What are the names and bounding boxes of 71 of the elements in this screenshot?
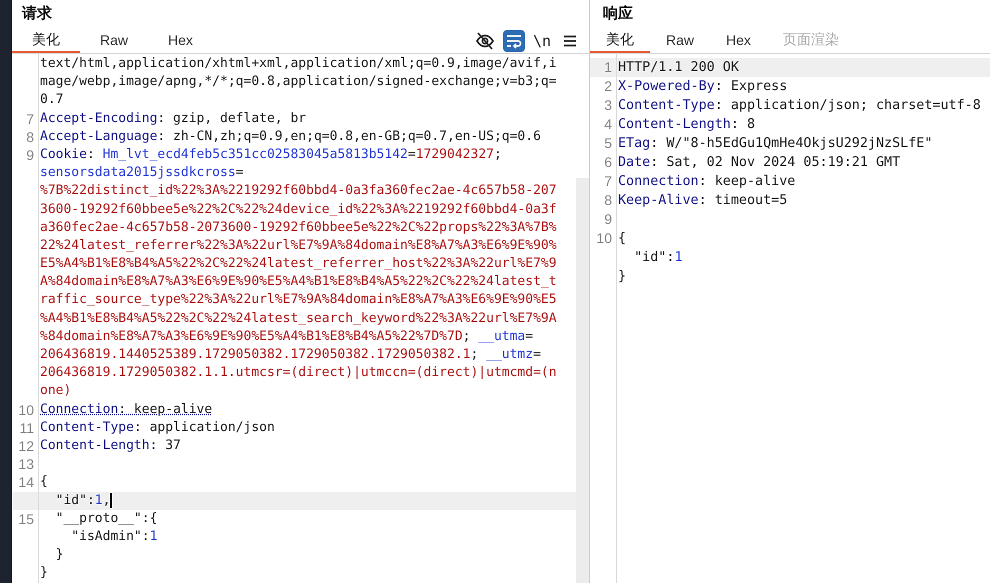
line-number: 12 — [18, 438, 34, 454]
tab[interactable]: Hex — [710, 28, 767, 53]
line-number: 10 — [596, 230, 612, 246]
code-line: HTTP/1.1 200 OK — [618, 59, 739, 77]
line-number: 1 — [604, 59, 612, 75]
code-line: "isAdmin":1 — [70, 528, 158, 546]
menu-icon — [563, 34, 577, 48]
code-line: a360fec2ae-4c657b58-2073600-19292f60bbee5e%22%2C%22props%22%3A%7B% — [40, 218, 557, 237]
line-number: 3 — [604, 97, 612, 113]
code-line: mage/webp,image/apng,*/*;q=0.8,application/signed-exchange;v=b3;q= — [40, 73, 557, 92]
code-line: 206436819.1729050382.1.1.utmcsr=(direct)|utmccn=(direct)|utmcmd=(n — [40, 364, 557, 382]
line-number: 2 — [604, 78, 612, 94]
code-line: %A4%B1%E8%B4%A5%22%2C%22%24latest_search_keyword%22%3A%22url%E7%9A — [40, 310, 557, 328]
pane-title: 响应 — [602, 4, 633, 24]
newline-toggle-button[interactable]: \n — [530, 30, 553, 52]
line-number: 7 — [604, 173, 612, 189]
code-line: Accept-Encoding: gzip, deflate, br — [40, 110, 306, 128]
code-line: { — [40, 473, 48, 492]
code-line: Content-Length: 37 — [40, 436, 181, 455]
code-line: %84domain%E8%A7%A3%E6%9E%90%E5%A4%B1%E8%B4%A5%22%7D%7D; __utma= — [40, 328, 534, 346]
line-number: 8 — [26, 128, 34, 145]
tab[interactable]: Hex — [148, 28, 213, 53]
code-line: } — [618, 268, 626, 286]
code-line: Accept-Language: zh-CN,zh;q=0.9,en;q=0.8,en-GB;q=0.7,en-US;q=0.6 — [40, 128, 541, 146]
code-line: 206436819.1440525389.1729050382.1729050382.1729050382.1; __utmz= — [40, 346, 541, 364]
pane-title: 请求 — [20, 4, 52, 24]
code-line: Connection: keep-alive — [618, 173, 796, 191]
code-line: 22%24latest_referrer%22%3A%22url%E7%9A%84domain%E8%A7%A3%E6%9E%90% — [40, 236, 557, 255]
code-line: Keep-Alive: timeout=5 — [618, 192, 788, 210]
code-line: "id":1, — [54, 492, 110, 510]
line-number: 6 — [604, 154, 612, 170]
code-line: "__proto__":{ — [54, 510, 158, 528]
code-line: "id":1 — [633, 249, 682, 267]
line-number: 15 — [18, 510, 34, 527]
code-line: one) — [40, 382, 72, 400]
line-number: 10 — [18, 402, 34, 418]
code-line: 0.7 — [40, 91, 64, 110]
code-line: A%84domain%E8%A7%A3%E6%9E%90%E5%A4%B1%E8%B4%A5%22%2C%22%24latest_t — [40, 273, 557, 292]
code-line: ETag: W/"8-h5EdGu1QmHe4OkjsU292jNzSLfE" — [618, 135, 932, 153]
code-line: } — [54, 546, 64, 564]
code-line: raffic_source_type%22%3A%22url%E7%9A%84domain%E8%A7%A3%E6%9E%90%E5 — [40, 291, 557, 310]
code-line: text/html,application/xhtml+xml,application/xml;q=0.9,image/avif,i — [40, 55, 557, 73]
line-number: 4 — [604, 116, 612, 132]
code-line: Content-Type: application/json; charset=utf-8 — [618, 97, 981, 115]
code-line: Content-Type: application/json — [40, 418, 275, 437]
line-number: 7 — [26, 110, 34, 127]
code-line: sensorsdata2015jssdkcross= — [40, 164, 244, 182]
line-number: 5 — [604, 135, 612, 151]
line-number: 9 — [26, 146, 34, 163]
tab[interactable]: Raw — [80, 28, 148, 53]
tab[interactable]: Raw — [650, 28, 710, 53]
tab[interactable]: 美化 — [12, 28, 80, 53]
code-line: Cookie: Hm_lvt_ecd4feb5c351cc02583045a5813b5142=1729042327; — [40, 146, 502, 164]
line-number: 13 — [18, 456, 34, 472]
code-line: X-Powered-By: Express — [618, 78, 788, 96]
code-line: Connection: keep-alive — [40, 400, 212, 419]
scrollbar[interactable] — [576, 178, 589, 583]
code-line: Content-Length: 8 — [618, 116, 756, 134]
line-number: 11 — [19, 420, 34, 436]
line-number: 14 — [18, 474, 34, 490]
code-line: } — [40, 564, 48, 582]
code-line: 3600-19292f60bbee5e%22%2C%22%24device_id%22%3A%2219292f60bbd4-0a3f — [40, 200, 557, 218]
word-wrap-button[interactable] — [502, 30, 525, 52]
eye-slash-icon — [474, 30, 495, 50]
code-line: { — [618, 230, 626, 248]
code-line: E5%A4%B1%E8%B4%A5%22%2C%22%24latest_referrer_host%22%3A%22url%E7%9 — [40, 255, 557, 274]
line-number: 9 — [604, 211, 612, 227]
tab[interactable]: 美化 — [590, 28, 650, 53]
code-line: %7B%22distinct_id%22%3A%2219292f60bbd4-0a3fa360fec2ae-4c657b58-207 — [40, 182, 557, 200]
line-number: 8 — [604, 192, 612, 208]
code-line: Date: Sat, 02 Nov 2024 05:19:21 GMT — [618, 154, 900, 172]
